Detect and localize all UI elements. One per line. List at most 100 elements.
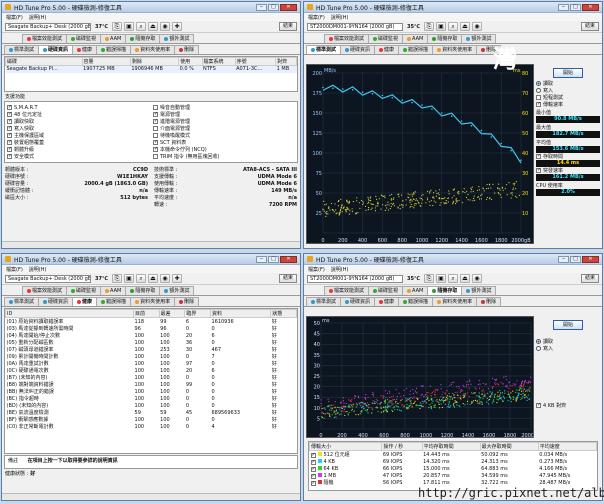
menu-file[interactable]: 檔案(F) xyxy=(6,14,23,21)
write-radio[interactable] xyxy=(536,88,541,93)
tab-file-benchmark[interactable]: 檔案效能測試 xyxy=(22,286,68,295)
exit-button[interactable]: 結束 xyxy=(580,274,599,283)
zoom-icon[interactable]: ⌕ xyxy=(448,274,459,283)
tab-file-benchmark[interactable]: 檔案效能測試 xyxy=(22,34,68,43)
table-row[interactable]: ✓ 1 MB 47 IOPS 20.857 ms 34.599 ms 47.945 MB/… xyxy=(310,472,597,479)
table-row[interactable]: ✓ 4 KB 69 IOPS 14.320 ms 24.313 ms 0.273 MB/s xyxy=(310,458,597,465)
table-row[interactable]: (B8) 端對端資料錯誤 100 100 99 0 好 xyxy=(6,381,297,389)
maximize-button[interactable]: □ xyxy=(570,255,581,263)
minimize-button[interactable]: ‒ xyxy=(256,255,267,263)
table-row[interactable]: (0C) 硬碟通電次數 100 100 20 6 好 xyxy=(6,367,297,375)
col-avg-speed[interactable]: 平均速度 xyxy=(537,442,598,451)
table-row[interactable]: (0A) 馬達重試計數 100 100 97 0 好 xyxy=(6,360,297,368)
tab-extra-tests[interactable]: 額外測試 xyxy=(159,34,195,43)
table-row[interactable]: (03) 馬達從靜到轉速所需時間 96 96 0 0 好 xyxy=(6,325,297,333)
tab-benchmark[interactable]: 標準測試 xyxy=(4,45,40,54)
maximize-button[interactable]: □ xyxy=(570,3,581,11)
series-checkbox[interactable]: ✓ xyxy=(310,481,316,486)
tab-info[interactable]: 硬碟資訊 xyxy=(340,45,376,54)
close-button[interactable]: ✕ xyxy=(280,255,297,263)
col-worst[interactable]: 最差 xyxy=(158,309,186,318)
tab-extra-tests[interactable]: 額外測試 xyxy=(461,34,497,43)
maximize-button[interactable]: □ xyxy=(268,255,279,263)
tab-aam[interactable]: AAM xyxy=(402,34,429,43)
access-time-option[interactable]: ✓ 存取時間 xyxy=(536,153,600,160)
write-option[interactable]: 寫入 xyxy=(536,87,600,94)
table-row[interactable]: ✓ 64 KB 66 IOPS 15.000 ms 64.883 ms 4.166 MB/… xyxy=(310,465,597,472)
table-row[interactable]: (05) 重新分配磁區數 100 100 36 0 好 xyxy=(6,339,297,347)
eject-icon[interactable]: ⏏ xyxy=(148,22,159,31)
table-row[interactable]: ✓ 512 位元組 69 IOPS 14.443 ms 50.092 ms 0.034 M… xyxy=(310,451,597,458)
table-row[interactable]: ✓ 隨機 56 IOPS 17.811 ms 32.722 ms 28.487 MB/s xyxy=(310,479,597,486)
tab-file-benchmark[interactable]: 檔案效能測試 xyxy=(324,34,370,43)
zoom-icon[interactable]: ⌕ xyxy=(448,22,459,31)
short-stroke-option[interactable]: 短程測試 xyxy=(536,94,600,101)
burst-rate-option[interactable]: ✓ 突發速率 xyxy=(536,167,600,174)
col-transfer-size[interactable]: 傳輸大小 xyxy=(308,442,383,451)
minimize-button[interactable]: ‒ xyxy=(256,3,267,11)
menu-file[interactable]: 檔案(F) xyxy=(308,266,325,273)
tab-file-benchmark[interactable]: 檔案效能測試 xyxy=(324,286,370,295)
settings-icon[interactable]: ✚ xyxy=(172,274,183,283)
col-id[interactable]: ID xyxy=(5,309,135,318)
series-checkbox[interactable]: ✓ xyxy=(310,453,316,458)
tab-random-access[interactable]: 隨機存取 xyxy=(427,34,463,43)
col-status[interactable]: 狀態 xyxy=(270,309,297,318)
menu-file[interactable]: 檔案(F) xyxy=(6,266,23,273)
tab-extra-tests[interactable]: 額外測試 xyxy=(159,286,195,295)
drive-select[interactable]: Seagate Backup+ Desk (2000 gB) xyxy=(5,274,91,283)
table-row[interactable]: (BC) 指令超時 100 100 0 0 好 xyxy=(6,395,297,403)
tab-erase[interactable]: 刪除 xyxy=(476,297,502,306)
table-row[interactable]: (BB) 無法糾正的錯誤 100 100 0 0 好 xyxy=(6,388,297,396)
table-row[interactable]: (C0) 非正常斷電計數 100 100 0 4 好 xyxy=(6,423,297,431)
table-row[interactable]: (BE) 氣流溫度檢測 59 59 45 689569633 好 xyxy=(6,409,297,417)
start-button[interactable]: 開始 xyxy=(553,320,583,330)
tab-disk-monitor[interactable]: 磁碟監視 xyxy=(66,34,102,43)
tab-random-access[interactable]: 隨機存取 xyxy=(125,34,161,43)
tab-aam[interactable]: AAM xyxy=(100,286,127,295)
col-data[interactable]: 資料 xyxy=(209,309,272,318)
tab-health[interactable]: 健康 xyxy=(374,297,400,306)
save-icon[interactable]: ▣ xyxy=(124,274,135,283)
tab-folder-usage[interactable]: 資料夾使用率 xyxy=(432,297,478,306)
copy-icon[interactable]: ⎘ xyxy=(112,274,123,283)
col-capacity[interactable]: 容量 xyxy=(81,57,131,66)
tab-folder-usage[interactable]: 資料夾使用率 xyxy=(130,45,176,54)
tab-random-access[interactable]: 隨機存取 xyxy=(125,286,161,295)
copy-icon[interactable]: ⎘ xyxy=(112,22,123,31)
camera-icon[interactable]: ◉ xyxy=(160,22,171,31)
col-ops[interactable]: 操作 / 秒 xyxy=(381,442,423,451)
write-radio[interactable] xyxy=(536,346,541,351)
tab-benchmark[interactable]: 標準測試 xyxy=(306,297,342,306)
minimize-button[interactable]: ‒ xyxy=(558,255,569,263)
save-icon[interactable]: ▣ xyxy=(124,22,135,31)
tab-aam[interactable]: AAM xyxy=(100,34,127,43)
menu-help[interactable]: 說明(H) xyxy=(29,266,47,273)
menu-help[interactable]: 說明(H) xyxy=(331,14,349,21)
menu-file[interactable]: 檔案(F) xyxy=(308,14,325,21)
series-checkbox[interactable]: ✓ xyxy=(310,466,316,472)
access-time-checkbox[interactable]: ✓ xyxy=(536,154,541,159)
tab-disk-monitor[interactable]: 磁碟監視 xyxy=(368,286,404,295)
aligned-checkbox[interactable]: ✓ xyxy=(536,403,541,408)
read-option[interactable]: 讀取 xyxy=(536,80,600,87)
save-icon[interactable]: ▣ xyxy=(436,22,447,31)
tab-erase[interactable]: 刪除 xyxy=(174,45,200,54)
tab-aam[interactable]: AAM xyxy=(402,286,429,295)
col-used[interactable]: 使用 xyxy=(178,57,203,66)
tab-health[interactable]: 健康 xyxy=(374,45,400,54)
table-row[interactable]: (04) 馬達開始/停止次數 100 100 20 6 好 xyxy=(6,332,297,340)
table-row[interactable]: Seagate Backup Pl... 1907725 MB 1906946 MB… xyxy=(5,65,297,73)
col-disk[interactable]: 磁碟 xyxy=(5,57,83,66)
burst-rate-checkbox[interactable]: ✓ xyxy=(536,168,541,173)
eject-icon[interactable]: ⏏ xyxy=(460,22,471,31)
tab-folder-usage[interactable]: 資料夾使用率 xyxy=(130,297,176,306)
table-row[interactable]: (BF) 衝擊感應數據 100 100 0 0 好 xyxy=(6,416,297,424)
menu-help[interactable]: 說明(H) xyxy=(29,14,47,21)
read-radio[interactable] xyxy=(536,339,541,344)
menu-help[interactable]: 說明(H) xyxy=(331,266,349,273)
tab-error-scan[interactable]: 錯誤掃描 xyxy=(398,45,434,54)
tab-benchmark[interactable]: 標準測試 xyxy=(4,297,40,306)
tab-info[interactable]: 硬碟資訊 xyxy=(38,45,74,54)
short-stroke-checkbox[interactable] xyxy=(536,95,541,100)
